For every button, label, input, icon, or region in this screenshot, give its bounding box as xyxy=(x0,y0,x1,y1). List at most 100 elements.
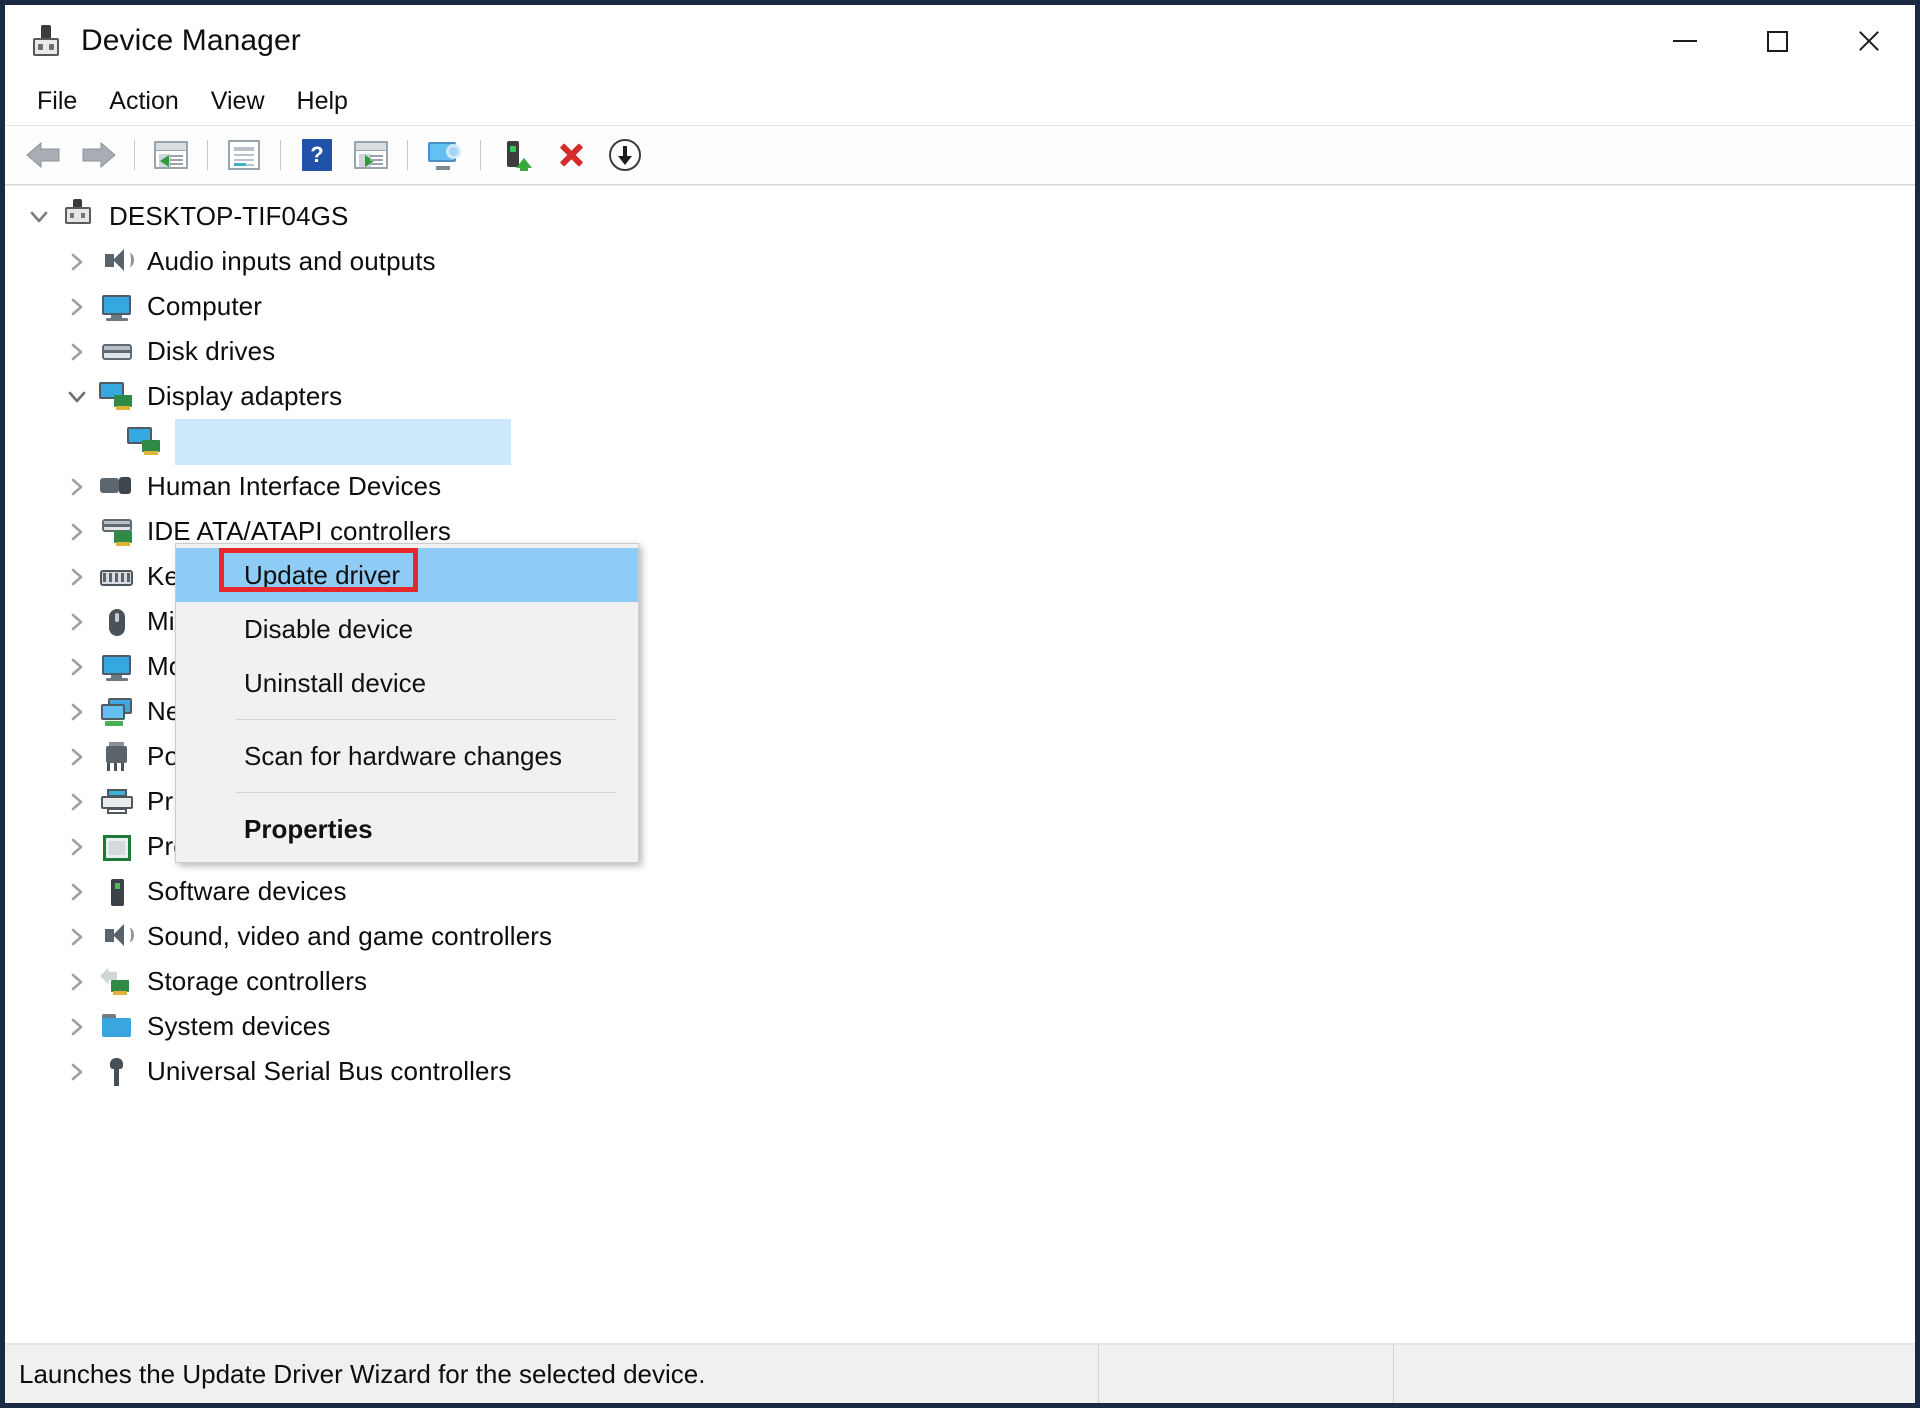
computer-device-icon xyxy=(59,198,99,235)
minimize-icon xyxy=(1673,40,1697,42)
tree-root-node[interactable]: DESKTOP-TIF04GS xyxy=(5,194,1915,239)
show-hide-console-tree-icon xyxy=(154,141,188,169)
scan-for-hardware-changes-icon xyxy=(426,140,462,170)
tree-item-universal-serial-bus-controllers[interactable]: Universal Serial Bus controllers xyxy=(5,1049,1915,1094)
update-driver-icon xyxy=(501,139,533,171)
tree-item-display-adapters[interactable]: Display adapters xyxy=(5,374,1915,419)
context-menu-separator-1 xyxy=(236,719,616,720)
display-adapter-icon xyxy=(97,379,137,415)
separator-1 xyxy=(134,140,135,170)
status-bar: Launches the Update Driver Wizard for th… xyxy=(5,1343,1915,1403)
properties-button[interactable] xyxy=(217,131,271,179)
disable-device-icon xyxy=(609,139,641,171)
tree-item-disk-drives[interactable]: Disk drives xyxy=(5,329,1915,374)
chevron-right-icon[interactable] xyxy=(57,746,97,768)
tree-node-label: Audio inputs and outputs xyxy=(147,246,436,276)
display-adapter-icon xyxy=(125,424,165,460)
window-controls xyxy=(1639,5,1915,77)
chevron-right-icon[interactable] xyxy=(57,521,97,543)
separator-5 xyxy=(480,140,481,170)
close-icon xyxy=(1856,28,1882,54)
tree-item-system-devices[interactable]: System devices xyxy=(5,1004,1915,1049)
tree-item-human-interface-devices[interactable]: Human Interface Devices xyxy=(5,464,1915,509)
keyboard-icon xyxy=(97,559,137,595)
back-button[interactable] xyxy=(17,131,71,179)
menu-view[interactable]: View xyxy=(195,83,281,120)
chevron-right-icon[interactable] xyxy=(57,971,97,993)
help-icon: ? xyxy=(302,139,332,171)
minimize-button[interactable] xyxy=(1639,5,1731,77)
tree-item-storage-controllers[interactable]: Storage controllers xyxy=(5,959,1915,1004)
chevron-right-icon[interactable] xyxy=(57,566,97,588)
chevron-right-icon[interactable] xyxy=(57,701,97,723)
chevron-right-icon[interactable] xyxy=(57,656,97,678)
chevron-right-icon[interactable] xyxy=(57,341,97,363)
tree-node-label: Disk drives xyxy=(147,336,276,366)
tree-node-label: System devices xyxy=(147,1011,331,1041)
context-menu-item-properties[interactable]: Properties xyxy=(176,802,638,856)
usb-icon xyxy=(97,1054,137,1090)
tree-node-label: DESKTOP-TIF04GS xyxy=(109,201,349,231)
chevron-right-icon[interactable] xyxy=(57,926,97,948)
context-menu-item-update-driver[interactable]: Update driver xyxy=(176,548,638,602)
tree-item-computer[interactable]: Computer xyxy=(5,284,1915,329)
status-pane-2 xyxy=(1098,1345,1393,1403)
separator-4 xyxy=(407,140,408,170)
software-device-icon xyxy=(97,874,137,910)
uninstall-device-button[interactable] xyxy=(544,131,598,179)
disk-drive-icon xyxy=(97,334,137,370)
mouse-icon xyxy=(97,604,137,640)
context-menu-item-disable-device[interactable]: Disable device xyxy=(176,602,638,656)
chevron-right-icon[interactable] xyxy=(57,251,97,273)
printer-icon xyxy=(97,784,137,820)
show-hide-console-tree-button[interactable] xyxy=(144,131,198,179)
chevron-right-icon[interactable] xyxy=(57,881,97,903)
tree-item-selected-display-adapter[interactable] xyxy=(5,418,1915,465)
toolbar: ? xyxy=(5,126,1915,185)
maximize-icon xyxy=(1766,30,1788,52)
tree-node-label: Storage controllers xyxy=(147,966,368,996)
menu-help[interactable]: Help xyxy=(281,83,364,120)
uninstall-device-icon xyxy=(556,140,586,170)
show-hide-action-pane-icon xyxy=(354,141,388,169)
window-title: Device Manager xyxy=(81,24,301,57)
disable-device-button[interactable] xyxy=(598,131,652,179)
menu-action[interactable]: Action xyxy=(93,83,194,120)
chevron-right-icon[interactable] xyxy=(57,1016,97,1038)
network-adapter-icon xyxy=(97,694,137,730)
system-device-icon xyxy=(97,1009,137,1045)
hid-icon xyxy=(97,469,137,505)
device-tree-pane[interactable]: DESKTOP-TIF04GS Audio inputs and outputs xyxy=(5,185,1915,1343)
status-message: Launches the Update Driver Wizard for th… xyxy=(19,1358,706,1389)
update-driver-button[interactable] xyxy=(490,131,544,179)
monitor-icon xyxy=(97,289,137,325)
context-menu-item-uninstall-device[interactable]: Uninstall device xyxy=(176,656,638,710)
tree-item-sound-video-and-game-controllers[interactable]: Sound, video and game controllers xyxy=(5,914,1915,959)
show-hide-action-pane-button[interactable] xyxy=(344,131,398,179)
processor-icon xyxy=(97,829,137,865)
chevron-down-icon[interactable] xyxy=(57,386,97,408)
forward-icon xyxy=(82,141,116,169)
tree-item-audio-inputs-and-outputs[interactable]: Audio inputs and outputs xyxy=(5,239,1915,284)
chevron-right-icon[interactable] xyxy=(57,476,97,498)
status-pane-3 xyxy=(1393,1345,1915,1403)
chevron-right-icon[interactable] xyxy=(57,296,97,318)
forward-button[interactable] xyxy=(71,131,125,179)
separator-3 xyxy=(280,140,281,170)
chevron-right-icon[interactable] xyxy=(57,1061,97,1083)
chevron-right-icon[interactable] xyxy=(57,836,97,858)
close-button[interactable] xyxy=(1823,5,1915,77)
storage-controller-icon xyxy=(97,964,137,1000)
port-icon xyxy=(97,739,137,775)
chevron-right-icon[interactable] xyxy=(57,611,97,633)
separator-2 xyxy=(207,140,208,170)
context-menu-item-scan-for-hardware-changes[interactable]: Scan for hardware changes xyxy=(176,729,638,783)
chevron-down-icon[interactable] xyxy=(19,206,59,228)
help-button[interactable]: ? xyxy=(290,131,344,179)
scan-for-hardware-changes-button[interactable] xyxy=(417,131,471,179)
tree-item-software-devices[interactable]: Software devices xyxy=(5,869,1915,914)
chevron-right-icon[interactable] xyxy=(57,791,97,813)
menu-file[interactable]: File xyxy=(21,83,93,120)
maximize-button[interactable] xyxy=(1731,5,1823,77)
tree-node-label: Universal Serial Bus controllers xyxy=(147,1056,512,1086)
